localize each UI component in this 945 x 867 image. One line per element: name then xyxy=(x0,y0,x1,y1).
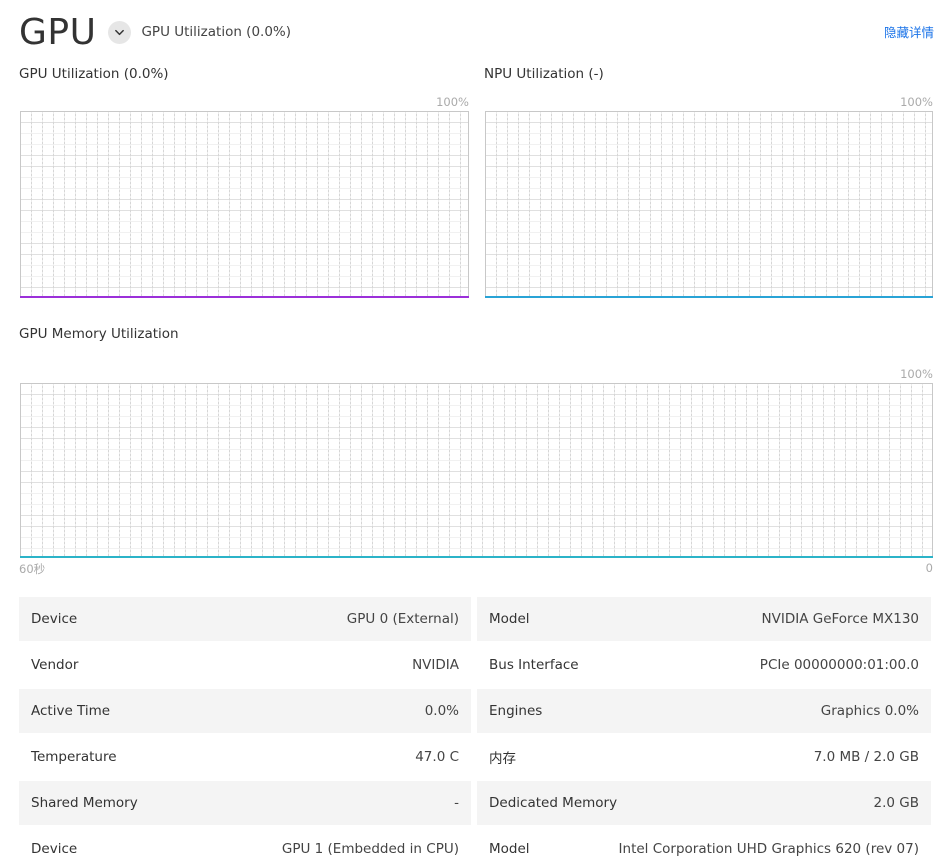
page-title: GPU xyxy=(19,11,97,53)
info-value: 47.0 C xyxy=(415,749,459,765)
info-value: NVIDIA GeForce MX130 xyxy=(761,611,919,627)
info-key: Model xyxy=(489,841,530,857)
gpu-utilization-max-label: 100% xyxy=(436,95,469,109)
info-key: Active Time xyxy=(31,703,111,719)
info-row: Device GPU 1 (Embedded in CPU) Model Intel … xyxy=(19,827,931,867)
info-row: Vendor NVIDIA Bus Interface PCIe 00000000:0… xyxy=(19,643,931,689)
info-value: 0.0% xyxy=(424,703,459,719)
info-cell: Bus Interface PCIe 00000000:01:00.0 xyxy=(477,643,931,687)
info-value: - xyxy=(454,795,459,811)
info-key: Engines xyxy=(489,703,543,719)
info-row: Active Time 0.0% Engines Graphics 0.0% xyxy=(19,689,931,735)
info-cell: Device GPU 0 (External) xyxy=(19,597,471,641)
header-subtitle: GPU Utilization (0.0%) xyxy=(141,24,292,40)
info-row: Shared Memory - Dedicated Memory 2.0 GB xyxy=(19,781,931,827)
info-row: Temperature 47.0 C 内存 7.0 MB / 2.0 GB xyxy=(19,735,931,781)
page-header: GPU GPU Utilization (0.0%) xyxy=(19,11,292,53)
info-key: Temperature xyxy=(31,749,117,765)
gpu-memory-max-label: 100% xyxy=(900,367,933,381)
device-dropdown-button[interactable] xyxy=(108,20,132,44)
info-key: 内存 xyxy=(489,751,516,767)
gpu-memory-utilization-graph xyxy=(20,383,933,558)
gpu-utilization-line xyxy=(20,296,469,298)
info-key: Model xyxy=(489,611,530,627)
graph-grid xyxy=(486,112,932,297)
info-cell: Shared Memory - xyxy=(19,781,471,825)
info-cell: Vendor NVIDIA xyxy=(19,643,471,687)
x-axis-start-label: 60秒 xyxy=(19,562,46,576)
hide-details-link[interactable]: 隐藏详情 xyxy=(884,22,934,41)
info-key: Device xyxy=(31,611,78,627)
gpu-info-table: Device GPU 0 (External) Model NVIDIA GeForc… xyxy=(19,597,931,867)
info-key: Bus Interface xyxy=(489,657,579,673)
graph-grid xyxy=(21,384,932,557)
info-value: GPU 0 (External) xyxy=(346,611,459,627)
graph-grid xyxy=(21,112,468,297)
info-key: Vendor xyxy=(31,657,79,673)
info-cell: Model NVIDIA GeForce MX130 xyxy=(477,597,931,641)
x-axis-end-label: 0 xyxy=(925,561,933,575)
chevron-down-icon xyxy=(115,29,125,35)
info-cell: Model Intel Corporation UHD Graphics 620 … xyxy=(477,827,931,867)
info-value: Graphics 0.0% xyxy=(820,703,919,719)
gpu-utilization-graph xyxy=(20,111,469,298)
gpu-memory-utilization-label: GPU Memory Utilization xyxy=(19,326,179,342)
info-cell: 内存 7.0 MB / 2.0 GB xyxy=(477,735,931,779)
info-key: Shared Memory xyxy=(31,795,138,811)
info-value: Intel Corporation UHD Graphics 620 (rev … xyxy=(618,841,919,857)
info-cell: Dedicated Memory 2.0 GB xyxy=(477,781,931,825)
npu-utilization-line xyxy=(485,296,933,298)
info-value: 7.0 MB / 2.0 GB xyxy=(813,749,919,765)
info-value: 2.0 GB xyxy=(873,795,919,811)
info-cell: Engines Graphics 0.0% xyxy=(477,689,931,733)
info-cell: Device GPU 1 (Embedded in CPU) xyxy=(19,827,471,867)
gpu-memory-utilization-line xyxy=(20,556,933,558)
gpu-utilization-label: GPU Utilization (0.0%) xyxy=(19,66,169,82)
info-row: Device GPU 0 (External) Model NVIDIA GeForc… xyxy=(19,597,931,643)
info-key: Device xyxy=(31,841,78,857)
info-cell: Active Time 0.0% xyxy=(19,689,471,733)
info-cell: Temperature 47.0 C xyxy=(19,735,471,779)
info-value: NVIDIA xyxy=(412,657,459,673)
info-value: GPU 1 (Embedded in CPU) xyxy=(281,841,459,857)
npu-utilization-label: NPU Utilization (-) xyxy=(484,66,604,82)
npu-utilization-max-label: 100% xyxy=(900,95,933,109)
info-key: Dedicated Memory xyxy=(489,795,618,811)
npu-utilization-graph xyxy=(485,111,933,298)
info-value: PCIe 00000000:01:00.0 xyxy=(759,657,919,673)
